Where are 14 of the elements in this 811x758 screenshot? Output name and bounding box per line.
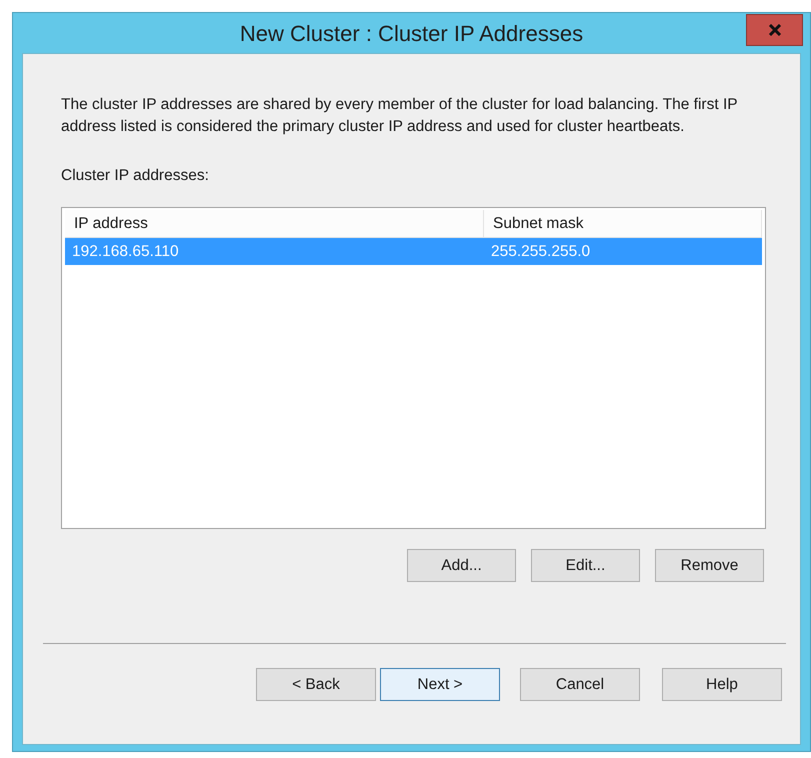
window-title: New Cluster : Cluster IP Addresses (240, 20, 584, 48)
column-header[interactable]: IP address (65, 210, 484, 238)
list-action-button[interactable]: Add... (407, 549, 516, 582)
wizard-button[interactable]: Cancel (520, 668, 640, 702)
close-icon (768, 24, 782, 36)
wizard-button[interactable]: < Back (256, 668, 376, 702)
list-action-button[interactable]: Edit... (531, 549, 640, 582)
description-text: The cluster IP addresses are shared by every member of the cluster for load balancing. The first IP address listed is considered the primary cluster IP address and used for cluster heartbeats. (61, 95, 738, 137)
list-label: Cluster IP addresses: (61, 166, 210, 186)
list-action-button[interactable]: Remove (655, 549, 764, 582)
wizard-button[interactable]: Next > (380, 668, 500, 702)
close-button[interactable] (746, 14, 803, 46)
wizard-button[interactable]: Help (662, 668, 782, 702)
column-header[interactable]: Subnet mask (484, 210, 762, 238)
